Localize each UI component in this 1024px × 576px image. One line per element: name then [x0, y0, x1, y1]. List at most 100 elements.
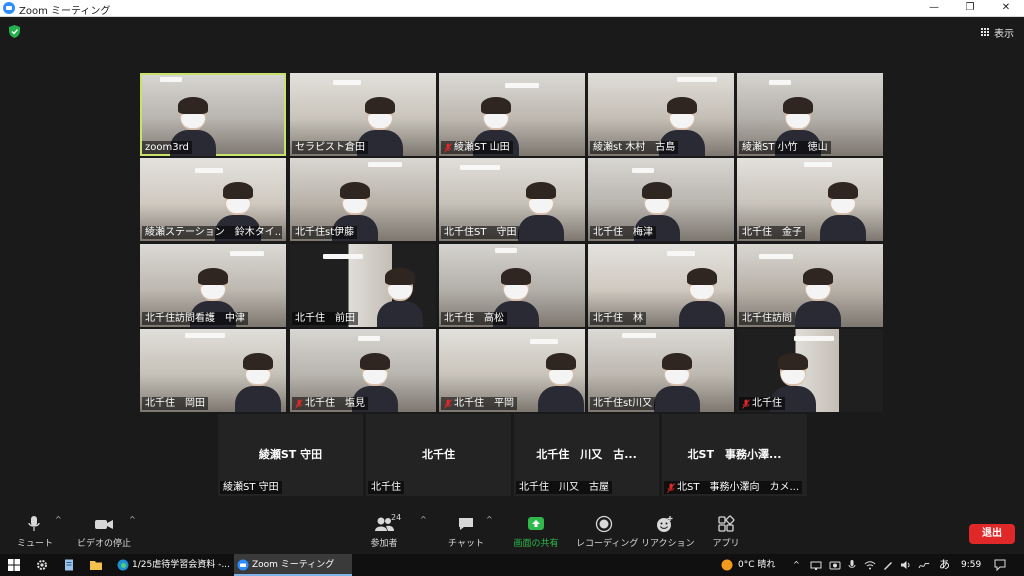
participant-name: 綾瀬ST 守田 [223, 482, 279, 493]
muted-mic-icon [295, 398, 303, 409]
participant-video-tile[interactable]: 北千住st川又 [588, 329, 734, 412]
mute-button[interactable]: ミュート [17, 515, 53, 551]
participant-name: 北千住 高松 [444, 313, 504, 324]
participant-video-tile[interactable]: 綾瀬st 木村 古島 [588, 73, 734, 156]
ime-indicator[interactable]: あ [939, 554, 950, 576]
participant-name: 北千住 前田 [295, 313, 355, 324]
participant-center-name: 北千住 [422, 448, 455, 461]
volume-icon[interactable] [900, 559, 912, 571]
security-shield-icon[interactable] [9, 25, 20, 38]
ceiling-light [460, 165, 500, 170]
meeting-stage: 表示 zoom3rd セラピスト倉田 綾瀬ST 山田 綾瀬st 木村 古島 綾瀬ST 小… [0, 17, 1024, 509]
participant-name-tile[interactable]: 北千住 川又 古... 北千住 川又 古屋 [514, 414, 659, 496]
settings-gear-icon[interactable] [36, 559, 48, 571]
participant-name-tile[interactable]: 綾瀬ST 守田 綾瀬ST 守田 [218, 414, 363, 496]
video-label: ビデオの停止 [76, 539, 131, 549]
participant-video-tile[interactable]: 北千住 塩見 [290, 329, 436, 412]
share-screen-button[interactable]: 画面の共有 [509, 515, 563, 551]
minimize-button[interactable]: — [916, 0, 952, 17]
chat-label: チャット [448, 539, 484, 549]
participant-video-tile[interactable]: 北千住 林 [588, 244, 734, 327]
video-options-caret[interactable]: ^ [129, 515, 136, 524]
leave-meeting-button[interactable]: 退出 [969, 524, 1015, 544]
participant-name: 綾瀬st 木村 古島 [593, 142, 676, 153]
windows-start-icon[interactable] [8, 559, 20, 571]
microphone-tray-icon[interactable] [846, 559, 858, 571]
participants-button[interactable]: 24 参加者 [365, 513, 403, 551]
view-label: 表示 [994, 29, 1014, 40]
participant-figure [235, 353, 281, 412]
wifi-icon[interactable] [864, 559, 876, 571]
participants-options-caret[interactable]: ^ [420, 515, 427, 524]
participant-name-tile[interactable]: 北千住 北千住 [366, 414, 511, 496]
file-explorer-icon[interactable] [90, 559, 102, 571]
network-icon[interactable] [810, 559, 822, 571]
notification-icon[interactable] [994, 559, 1006, 571]
document-icon[interactable] [63, 559, 75, 571]
ceiling-light [759, 254, 793, 259]
participant-center-name: 綾瀬ST 守田 [258, 448, 323, 461]
participant-video-tile[interactable]: 北千住 岡田 [140, 329, 286, 412]
participant-video-tile[interactable]: 北千住 平岡 [439, 329, 585, 412]
view-button[interactable]: 表示 [981, 25, 1014, 40]
participant-figure [679, 268, 725, 327]
reactions-button[interactable]: リアクション [641, 515, 695, 551]
ceiling-light [195, 168, 223, 173]
ceiling-light [160, 77, 182, 82]
participant-video-tile[interactable]: セラピスト倉田 [290, 73, 436, 156]
participant-name: 北千住訪問看護 中津 [145, 313, 245, 324]
pen-icon[interactable] [882, 559, 894, 571]
chat-icon [459, 518, 473, 530]
audio-options-caret[interactable]: ^ [55, 515, 62, 524]
participant-video-tile[interactable]: 綾瀬ステーション 鈴木タイ... [140, 158, 286, 241]
tray-overflow-caret[interactable]: ^ [793, 554, 800, 576]
participant-video-tile[interactable]: 北千住 金子 [737, 158, 883, 241]
participant-figure [538, 353, 584, 412]
reactions-smiley-icon [657, 516, 673, 532]
taskbar-task-zoom[interactable]: Zoom ミーティング [234, 554, 352, 576]
participant-video-tile[interactable]: 北千住 高松 [439, 244, 585, 327]
participant-video-tile[interactable]: 北千住 前田 [290, 244, 436, 327]
camera-icon[interactable] [829, 559, 841, 571]
stop-video-button[interactable]: ビデオの停止 [76, 515, 132, 551]
participant-video-tile[interactable]: 北千住 [737, 329, 883, 412]
participant-name-label: 綾瀬st 木村 古島 [590, 141, 679, 154]
participant-video-tile[interactable]: zoom3rd [140, 73, 286, 156]
ceiling-light [333, 80, 361, 85]
participant-video-tile[interactable]: 綾瀬ST 山田 [439, 73, 585, 156]
ceiling-light [677, 77, 717, 82]
taskbar-task-edge-label: 1/25虐待学習会資料 -... [132, 560, 230, 570]
close-button[interactable]: ✕ [988, 0, 1024, 17]
microphone-icon [28, 516, 40, 531]
participant-video-tile[interactable]: 北千住 梅津 [588, 158, 734, 241]
meeting-toolbar: ミュート ^ ビデオの停止 ^ 24 参加者 ^ チャット ^ 画面の共有 レコ… [0, 509, 1024, 554]
chat-options-caret[interactable]: ^ [486, 515, 493, 524]
participants-label: 参加者 [370, 539, 398, 549]
apps-button[interactable]: アプリ [711, 515, 741, 551]
reactions-label: リアクション [641, 539, 695, 549]
participant-name: 北千住st川又 [593, 398, 653, 409]
participant-video-tile[interactable]: 北千住ST 守田 [439, 158, 585, 241]
participant-name: 北千住 林 [593, 313, 643, 324]
clock-time[interactable]: 9:59 [961, 554, 981, 576]
participant-name: 北千住 [752, 398, 782, 409]
chat-button[interactable]: チャット [448, 515, 484, 551]
participant-video-tile[interactable]: 北千住st伊藤 [290, 158, 436, 241]
muted-mic-icon [742, 398, 750, 409]
participant-name-label: 北千住 金子 [739, 226, 805, 239]
weather-text[interactable]: 0°C 晴れ [738, 554, 775, 576]
participant-video-tile[interactable]: 北千住訪問 [737, 244, 883, 327]
participant-center-name: 北ST 事務小澤... [687, 448, 782, 461]
record-button[interactable]: レコーディング [576, 515, 638, 551]
title-bar: Zoom ミーティング — ❐ ✕ [0, 0, 1024, 17]
participant-name-tile[interactable]: 北ST 事務小澤... 北ST 事務小澤向 カメ... [662, 414, 807, 496]
muted-mic-icon [667, 482, 675, 493]
participant-video-tile[interactable]: 北千住訪問看護 中津 [140, 244, 286, 327]
signature-pen-icon[interactable] [918, 559, 930, 571]
restore-button[interactable]: ❐ [952, 0, 988, 17]
participant-figure [795, 268, 841, 327]
participant-video-tile[interactable]: 綾瀬ST 小竹 徳山 [737, 73, 883, 156]
participant-name: zoom3rd [145, 142, 189, 153]
share-screen-label: 画面の共有 [513, 539, 559, 549]
taskbar-task-edge[interactable]: 1/25虐待学習会資料 -... [114, 554, 230, 576]
